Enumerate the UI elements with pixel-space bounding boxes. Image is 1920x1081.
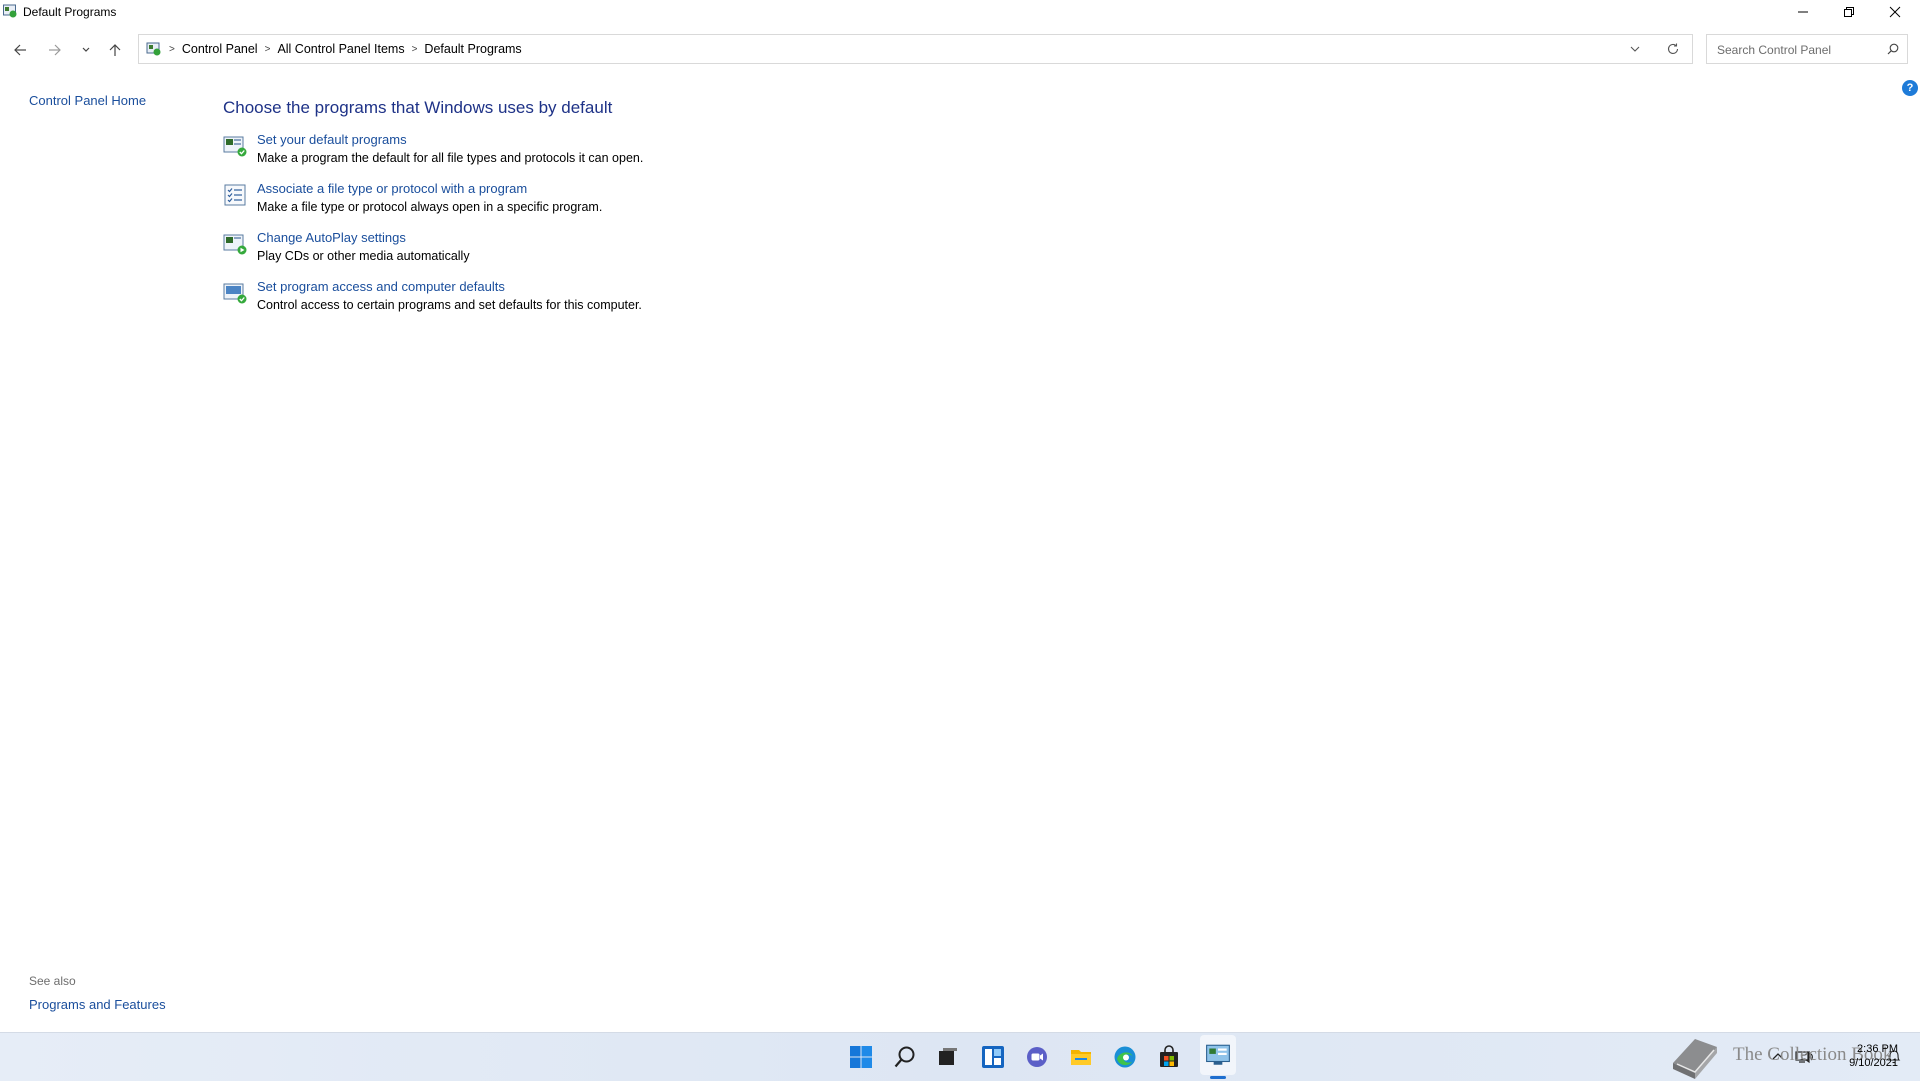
edge-icon [1114, 1046, 1136, 1068]
minimize-icon [1798, 11, 1808, 13]
start-button[interactable] [847, 1043, 875, 1071]
associate-file-type-link[interactable]: Associate a file type or protocol with a… [257, 181, 527, 196]
chevron-down-icon [82, 47, 90, 52]
item-description: Make a program the default for all file … [257, 151, 644, 165]
minimize-button[interactable] [1780, 0, 1826, 24]
windows-start-icon [850, 1046, 872, 1068]
taskbar-search-button[interactable] [891, 1043, 919, 1071]
control-panel-icon [146, 42, 161, 56]
list-item: Associate a file type or protocol with a… [223, 181, 923, 221]
task-view-button[interactable] [934, 1043, 962, 1071]
chat-button[interactable] [1023, 1043, 1051, 1071]
book-watermark-icon [1673, 1039, 1717, 1079]
widgets-icon [982, 1046, 1004, 1068]
store-button[interactable] [1155, 1043, 1183, 1071]
taskbar [0, 1032, 1920, 1081]
control-panel-icon [1206, 1044, 1230, 1065]
breadcrumb-control-panel[interactable]: Control Panel [182, 42, 258, 56]
address-bar[interactable]: > Control Panel > All Control Panel Item… [138, 34, 1693, 64]
clock-time: 2:36 PM [1857, 1043, 1898, 1055]
breadcrumb-all-items[interactable]: All Control Panel Items [277, 42, 404, 56]
item-description: Make a file type or protocol always open… [257, 200, 603, 214]
address-dropdown-icon[interactable] [1628, 42, 1642, 56]
restore-icon [1844, 7, 1854, 17]
list-item: Change AutoPlay settings Play CDs or oth… [223, 230, 923, 270]
back-button[interactable] [9, 39, 31, 61]
left-navigation: Control Panel Home [29, 92, 146, 110]
programs-and-features-link[interactable]: Programs and Features [29, 997, 166, 1012]
see-also-label: See also [29, 974, 76, 988]
task-view-icon [939, 1048, 957, 1065]
active-app-indicator [1210, 1076, 1226, 1079]
search-input[interactable] [1715, 36, 1879, 64]
chevron-right-icon: > [411, 43, 418, 55]
forward-button[interactable] [44, 39, 66, 61]
chevron-right-icon: > [264, 43, 271, 55]
control-panel-taskbar-button[interactable] [1200, 1041, 1236, 1069]
close-button[interactable] [1872, 0, 1918, 24]
item-description: Play CDs or other media automatically [257, 249, 470, 263]
help-icon[interactable]: ? [1902, 80, 1918, 96]
main-content: Choose the programs that Windows uses by… [223, 98, 643, 312]
search-icon[interactable] [1887, 43, 1899, 55]
close-icon [1889, 6, 1901, 18]
navigation-bar: > Control Panel > All Control Panel Item… [0, 30, 1920, 70]
default-programs-icon [3, 4, 17, 18]
list-item: Set your default programs Make a program… [223, 132, 923, 172]
breadcrumb-default-programs[interactable]: Default Programs [424, 42, 521, 56]
item-description: Control access to certain programs and s… [257, 298, 642, 312]
autoplay-icon [223, 234, 247, 255]
arrow-right-icon [49, 44, 61, 56]
refresh-icon[interactable] [1666, 42, 1680, 56]
widgets-button[interactable] [979, 1043, 1007, 1071]
program-access-icon [223, 283, 247, 304]
clock-date: 9/10/2021 [1849, 1057, 1898, 1069]
edge-button[interactable] [1111, 1043, 1139, 1071]
recent-locations-button[interactable] [75, 39, 97, 61]
page-heading: Choose the programs that Windows uses by… [223, 98, 613, 117]
program-access-defaults-link[interactable]: Set program access and computer defaults [257, 279, 505, 294]
arrow-up-icon [109, 44, 121, 56]
clock[interactable]: 2:36 PM 9/10/2021 [1818, 1042, 1898, 1070]
search-icon [894, 1046, 915, 1068]
window-title: Default Programs [23, 5, 117, 19]
file-association-icon [224, 184, 246, 206]
control-panel-home-link[interactable]: Control Panel Home [29, 93, 146, 108]
store-icon [1160, 1045, 1178, 1067]
file-explorer-button[interactable] [1067, 1043, 1095, 1071]
title-bar: Default Programs [0, 0, 1920, 24]
chat-icon [1027, 1047, 1047, 1067]
change-autoplay-link[interactable]: Change AutoPlay settings [257, 230, 406, 245]
arrow-left-icon [14, 44, 26, 56]
list-item: Set program access and computer defaults… [223, 279, 923, 319]
set-default-programs-link[interactable]: Set your default programs [257, 132, 407, 147]
up-button[interactable] [104, 39, 126, 61]
restore-button[interactable] [1826, 0, 1872, 24]
search-box[interactable] [1706, 34, 1908, 64]
chevron-right-icon: > [169, 43, 175, 55]
file-explorer-icon [1071, 1050, 1091, 1065]
default-programs-icon [223, 136, 247, 157]
